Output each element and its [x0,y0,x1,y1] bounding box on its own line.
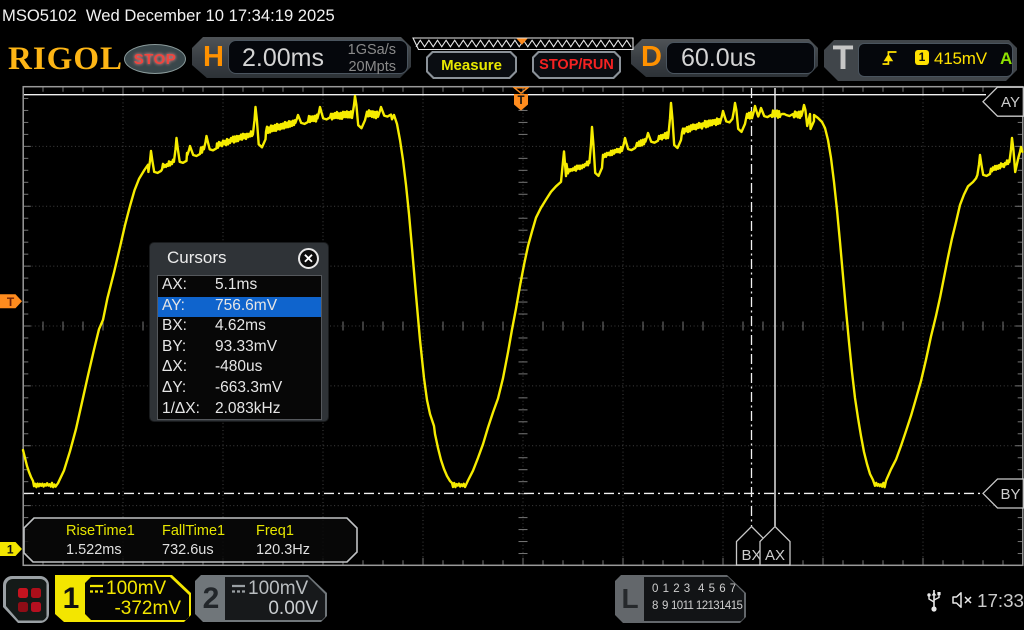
svg-text:T: T [517,95,524,107]
svg-text:AX: AX [765,547,785,564]
svg-text:1: 1 [7,543,14,557]
svg-text:BX: BX [741,547,761,564]
svg-text:BY: BY [1000,486,1020,503]
svg-text:AY: AY [1001,94,1020,111]
svg-text:T: T [7,295,15,309]
